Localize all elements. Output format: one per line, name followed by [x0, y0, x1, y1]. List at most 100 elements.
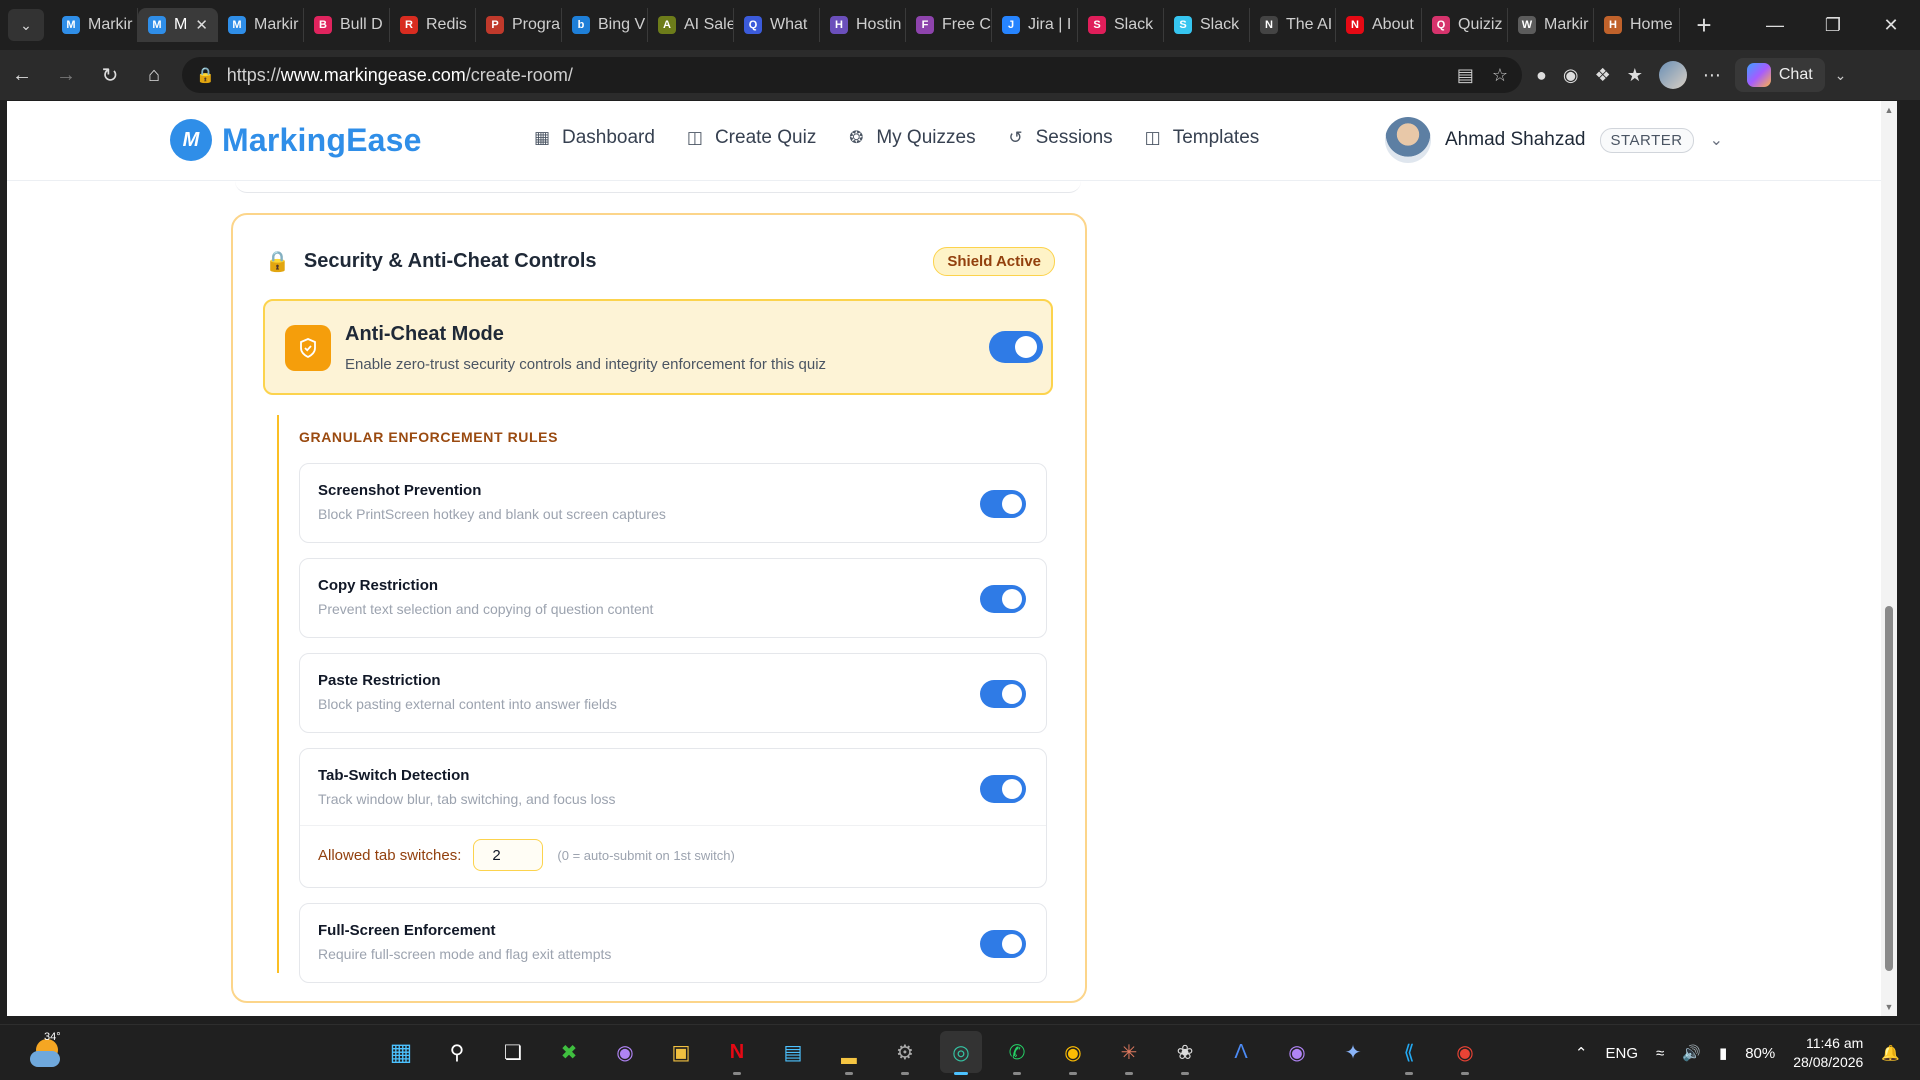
minimize-icon[interactable]: — — [1746, 0, 1804, 50]
browser-tab[interactable]: N The AI — [1250, 8, 1336, 42]
browser-tab[interactable]: R Redis — [390, 8, 476, 42]
extension-icon[interactable]: ● — [1536, 65, 1547, 86]
refresh-icon[interactable]: ↻ — [88, 55, 132, 95]
new-tab-button[interactable]: + — [1684, 8, 1724, 42]
nav-dashboard[interactable]: ▦ Dashboard — [532, 127, 655, 149]
browser-tab[interactable]: S Slack — [1078, 8, 1164, 42]
status-badge: Shield Active — [933, 247, 1055, 276]
browser-tab[interactable]: F Free C — [906, 8, 992, 42]
rule-full-screen-enforcement: Full-Screen Enforcement Require full-scr… — [299, 903, 1047, 983]
task-view-icon[interactable]: ❏ — [492, 1031, 534, 1073]
browser-tab[interactable]: M Markir — [218, 8, 304, 42]
notification-bell-icon[interactable]: 🔔 — [1881, 1044, 1900, 1062]
xbox-icon[interactable]: ✖ — [548, 1031, 590, 1073]
github-icon[interactable]: ◉ — [1276, 1031, 1318, 1073]
netflix-icon[interactable]: N — [716, 1031, 758, 1075]
chatgpt-icon[interactable]: ❀ — [1164, 1031, 1206, 1075]
tab-switch-limit-row: Allowed tab switches: (0 = auto-submit o… — [318, 839, 735, 871]
browser-tab[interactable]: b Bing V — [562, 8, 648, 42]
extensions-puzzle-icon[interactable]: ❖ — [1595, 65, 1611, 86]
copy-restriction-toggle[interactable] — [980, 585, 1026, 613]
browser-tab[interactable]: Q What — [734, 8, 820, 42]
browser-tab[interactable]: A AI Sale — [648, 8, 734, 42]
search-icon[interactable]: ⚲ — [436, 1031, 478, 1073]
browser-tab[interactable]: M Markir — [52, 8, 138, 42]
app-icon[interactable]: ◉ — [604, 1031, 646, 1073]
claude-icon[interactable]: ✳ — [1108, 1031, 1150, 1075]
photos-icon[interactable]: ▤ — [772, 1031, 814, 1073]
screenshot-prevention-toggle[interactable] — [980, 490, 1026, 518]
browser-tab[interactable]: Q Quiziz — [1422, 8, 1508, 42]
nav-sessions[interactable]: ↺ Sessions — [1006, 127, 1112, 149]
page-scrollbar[interactable]: ▲ ▼ — [1881, 101, 1897, 1016]
nav-templates[interactable]: ◫ Templates — [1143, 127, 1260, 149]
favorites-icon[interactable]: ★ — [1627, 65, 1643, 86]
more-menu-icon[interactable]: ⋯ — [1703, 65, 1721, 86]
nav-my-quizzes[interactable]: ❂ My Quizzes — [846, 127, 975, 149]
chevron-down-icon[interactable]: ⌄ — [1835, 67, 1847, 84]
favorite-star-icon[interactable]: ☆ — [1492, 65, 1508, 86]
tab-title: Markir — [1544, 16, 1589, 33]
store-icon[interactable]: ▣ — [660, 1031, 702, 1073]
reader-view-icon[interactable]: ▤ — [1457, 65, 1474, 86]
browser-tab[interactable]: B Bull D — [304, 8, 390, 42]
tab-favicon-icon: M — [228, 16, 246, 34]
copilot-chat-button[interactable]: Chat — [1734, 58, 1825, 92]
scroll-up-arrow-icon[interactable]: ▲ — [1884, 105, 1894, 115]
volume-icon[interactable]: 🔊 — [1682, 1044, 1701, 1062]
tab-switch-detection-toggle[interactable] — [980, 775, 1026, 803]
scroll-down-arrow-icon[interactable]: ▼ — [1884, 1002, 1894, 1012]
app-icon[interactable]: Λ — [1220, 1031, 1262, 1073]
gemini-icon[interactable]: ✦ — [1332, 1031, 1374, 1073]
browser-tab[interactable]: H Home — [1594, 8, 1680, 42]
chrome-icon[interactable]: ◉ — [1444, 1031, 1486, 1075]
close-icon[interactable]: ✕ — [1862, 0, 1920, 50]
browser-tab[interactable]: W Markir — [1508, 8, 1594, 42]
clock[interactable]: 11:46 am 28/08/2026 — [1793, 1034, 1863, 1072]
full-screen-enforcement-toggle[interactable] — [980, 930, 1026, 958]
rules-heading: GRANULAR ENFORCEMENT RULES — [299, 429, 559, 445]
lock-icon[interactable]: 🔒 — [196, 66, 215, 84]
restore-icon[interactable]: ❐ — [1804, 0, 1862, 50]
browser-tab[interactable]: M M ✕ — [138, 8, 218, 42]
home-icon[interactable]: ⌂ — [132, 55, 176, 95]
tab-close-icon[interactable]: ✕ — [195, 16, 208, 34]
anti-cheat-toggle[interactable] — [989, 331, 1043, 363]
chevron-up-icon[interactable]: ⌃ — [1575, 1044, 1588, 1062]
tab-switch-limit-input[interactable] — [473, 839, 544, 871]
clock-time: 11:46 am — [1805, 1035, 1864, 1051]
wifi-icon[interactable]: ≈ — [1656, 1045, 1664, 1062]
battery-icon[interactable]: ▮ — [1719, 1044, 1727, 1062]
user-menu[interactable]: Ahmad Shahzad STARTER ⌄ — [1385, 117, 1723, 163]
tab-favicon-icon: R — [400, 16, 418, 34]
profile-avatar[interactable] — [1658, 61, 1687, 89]
language-indicator[interactable]: ENG — [1606, 1045, 1639, 1062]
forward-arrow-icon[interactable]: → — [44, 55, 88, 95]
start-windows-icon[interactable]: ▦ — [380, 1031, 422, 1073]
whatsapp-icon[interactable]: ✆ — [996, 1031, 1038, 1075]
chrome-icon[interactable]: ◉ — [1052, 1031, 1094, 1075]
settings-gear-icon[interactable]: ⚙ — [884, 1031, 926, 1075]
browser-tab[interactable]: H Hostin — [820, 8, 906, 42]
browser-tab[interactable]: P Progra — [476, 8, 562, 42]
browser-tab[interactable]: S Slack — [1164, 8, 1250, 42]
back-arrow-icon[interactable]: ← — [0, 55, 44, 95]
paste-restriction-toggle[interactable] — [980, 680, 1026, 708]
tab-actions-chevron-icon[interactable]: ⌄ — [8, 9, 44, 41]
edge-browser-icon[interactable]: ◎ — [940, 1031, 982, 1075]
weather-widget[interactable]: 34° — [26, 1031, 66, 1073]
brand[interactable]: M MarkingEase — [170, 119, 422, 161]
extension-icon[interactable]: ◉ — [1563, 65, 1579, 86]
nav-create-quiz[interactable]: ◫ Create Quiz — [685, 127, 816, 149]
book-icon: ◫ — [686, 128, 703, 147]
vscode-icon[interactable]: ⟪ — [1388, 1031, 1430, 1075]
browser-tab[interactable]: J Jira | I — [992, 8, 1078, 42]
avatar[interactable] — [1385, 117, 1431, 163]
address-bar[interactable]: 🔒 https://www.markingease.com/create-roo… — [182, 57, 1522, 93]
rule-name: Copy Restriction — [318, 577, 439, 594]
chevron-down-icon[interactable]: ⌄ — [1710, 130, 1723, 150]
scrollbar-thumb[interactable] — [1885, 606, 1893, 971]
file-explorer-icon[interactable]: ▂ — [828, 1031, 870, 1075]
browser-tab[interactable]: N About — [1336, 8, 1422, 42]
lock-icon: 🔒 — [265, 251, 290, 273]
